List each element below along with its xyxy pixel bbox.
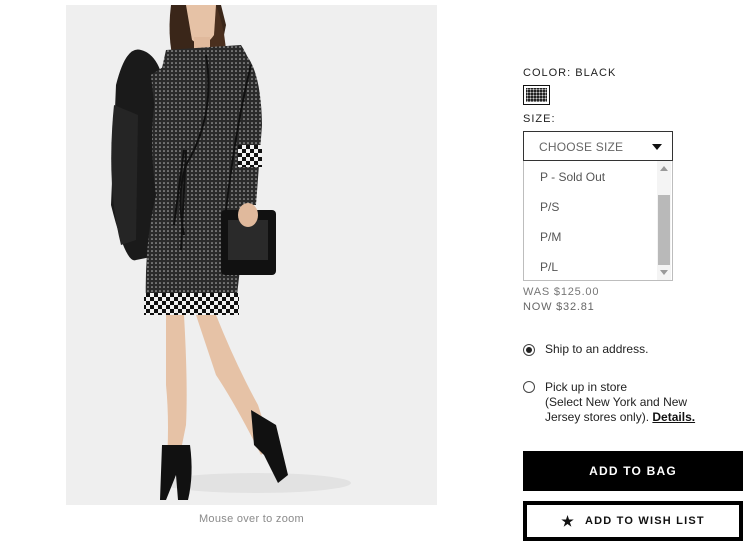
wish-list-label: ADD TO WISH LIST [584, 515, 705, 527]
scroll-thumb[interactable] [658, 195, 670, 265]
size-option-p-sold-out[interactable]: P - Sold Out [540, 170, 605, 184]
star-icon: ★ [561, 512, 575, 529]
product-options-panel: COLOR: BLACK SIZE: CHOOSE SIZE P - Sold … [523, 0, 752, 546]
color-label: COLOR: BLACK [523, 67, 617, 79]
size-label: SIZE: [523, 113, 556, 125]
pick-up-in-store-label[interactable]: Pick up in store (Select New York and Ne… [545, 380, 745, 425]
size-option-pm[interactable]: P/M [540, 230, 561, 244]
add-to-wish-list-button[interactable]: ★ ADD TO WISH LIST [523, 501, 743, 541]
size-dropdown-list: P - Sold Out P/S P/M P/L [523, 161, 673, 281]
pick-up-in-store-radio[interactable] [523, 381, 535, 393]
pickup-line-3-wrap: Jersey stores only). Details. [545, 410, 745, 425]
ship-to-address-radio[interactable] [523, 344, 535, 356]
chevron-down-icon [652, 144, 662, 150]
pickup-line-2: (Select New York and New [545, 395, 688, 409]
product-image[interactable] [66, 5, 437, 505]
scroll-down-arrow-icon[interactable] [660, 270, 668, 275]
size-option-pl[interactable]: P/L [540, 260, 558, 274]
model-illustration [111, 5, 351, 500]
size-select-placeholder: CHOOSE SIZE [539, 140, 624, 154]
zoom-hint: Mouse over to zoom [198, 513, 305, 525]
wish-list-inner: ★ ADD TO WISH LIST [527, 505, 739, 537]
add-to-bag-button[interactable]: ADD TO BAG [523, 451, 743, 491]
color-swatch-black[interactable] [523, 85, 550, 105]
price-now: NOW $32.81 [523, 301, 595, 313]
ship-to-address-label[interactable]: Ship to an address. [545, 342, 648, 357]
swatch-pattern [526, 88, 547, 102]
scroll-up-arrow-icon[interactable] [660, 166, 668, 171]
dropdown-scrollbar[interactable] [657, 161, 671, 280]
pickup-line-3: Jersey stores only). [545, 410, 650, 424]
price-was: WAS $125.00 [523, 286, 600, 298]
pickup-line-1: Pick up in store [545, 380, 628, 394]
size-select[interactable]: CHOOSE SIZE [523, 131, 673, 161]
size-option-ps[interactable]: P/S [540, 200, 559, 214]
details-link[interactable]: Details. [652, 410, 695, 424]
